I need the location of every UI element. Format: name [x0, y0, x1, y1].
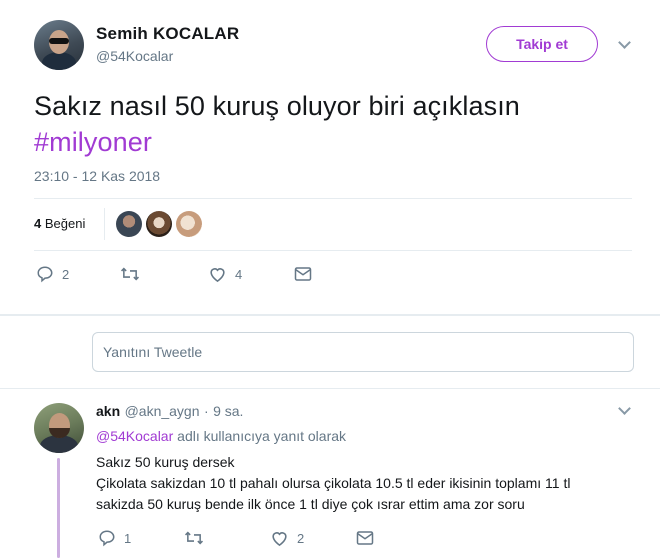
author-handle[interactable]: @54Kocalar: [96, 48, 173, 64]
reply-header: akn @akn_aygn · 9 sa.: [96, 403, 243, 421]
author-name[interactable]: Semih KOCALAR: [96, 24, 239, 44]
heart-icon: [210, 268, 225, 283]
reply-count: 1: [124, 530, 132, 546]
heart-icon: [272, 532, 287, 547]
reply-author-handle[interactable]: @akn_aygn: [125, 403, 200, 419]
reply-input[interactable]: Yanıtını Tweetle: [92, 332, 634, 372]
liker-avatar[interactable]: [146, 211, 172, 237]
tweet-menu-button[interactable]: [616, 36, 632, 52]
chevron-down-icon: [617, 36, 631, 49]
reply-text-line: Sakız 50 kuruş dersek: [96, 454, 235, 470]
retweet-action[interactable]: [120, 265, 148, 283]
reply-author-avatar[interactable]: [34, 403, 84, 453]
hashtag-link[interactable]: #milyoner: [34, 124, 634, 160]
likes-summary[interactable]: 4 Beğeni: [34, 216, 85, 231]
reply-retweet-action[interactable]: [184, 529, 212, 547]
vertical-divider: [104, 208, 105, 240]
reply-action[interactable]: 2: [36, 265, 69, 283]
retweet-icon: [120, 267, 140, 281]
tweet-text-main: Sakız nasıl 50 kuruş oluyor biri açıklas…: [34, 91, 520, 121]
chevron-down-icon: [617, 402, 631, 415]
reply-reply-action[interactable]: 1: [98, 529, 131, 547]
reply-icon: [99, 530, 115, 547]
like-count: 4: [235, 266, 243, 282]
likes-label: Beğeni: [44, 216, 86, 231]
follow-button[interactable]: Takip et: [486, 26, 598, 62]
reply-dm-action[interactable]: [356, 530, 374, 546]
reply-icon: [37, 266, 53, 283]
like-count: 2: [297, 530, 305, 546]
reply-menu-button[interactable]: [616, 402, 632, 418]
retweet-icon: [184, 531, 204, 545]
envelope-icon: [356, 531, 374, 545]
reply-time[interactable]: 9 sa.: [213, 403, 243, 419]
thread-line: [57, 458, 60, 558]
dm-action[interactable]: [294, 266, 312, 282]
tweet-text: Sakız nasıl 50 kuruş oluyor biri açıklas…: [34, 88, 634, 160]
replying-to-text: adlı kullanıcıya yanıt olarak: [177, 428, 347, 444]
reply-author-name[interactable]: akn: [96, 403, 120, 419]
like-action[interactable]: 4: [208, 265, 242, 283]
reply-count: 2: [62, 266, 70, 282]
divider: [34, 250, 632, 251]
reply-input-placeholder: Yanıtını Tweetle: [103, 344, 203, 360]
replying-to: @54Kocalar adlı kullanıcıya yanıt olarak: [96, 428, 346, 444]
reply-like-action[interactable]: 2: [270, 529, 304, 547]
reply-text-line: Çikolata sakizdan 10 tl pahalı olursa çi…: [96, 475, 571, 491]
section-separator: [0, 388, 660, 389]
section-separator: [0, 314, 660, 316]
envelope-icon: [294, 267, 312, 281]
likes-number: 4: [34, 216, 42, 231]
meta-separator: ·: [203, 403, 209, 419]
reply-text: Sakız 50 kuruş dersek Çikolata sakizdan …: [96, 452, 636, 515]
author-avatar[interactable]: [34, 20, 84, 70]
divider: [34, 198, 632, 199]
replying-to-handle[interactable]: @54Kocalar: [96, 428, 173, 444]
reply-text-line: sakizda 50 kuruş bende ilk önce 1 tl diy…: [96, 496, 525, 512]
liker-avatar[interactable]: [176, 211, 202, 237]
liker-avatar[interactable]: [116, 211, 142, 237]
tweet-timestamp[interactable]: 23:10 - 12 Kas 2018: [34, 168, 160, 184]
